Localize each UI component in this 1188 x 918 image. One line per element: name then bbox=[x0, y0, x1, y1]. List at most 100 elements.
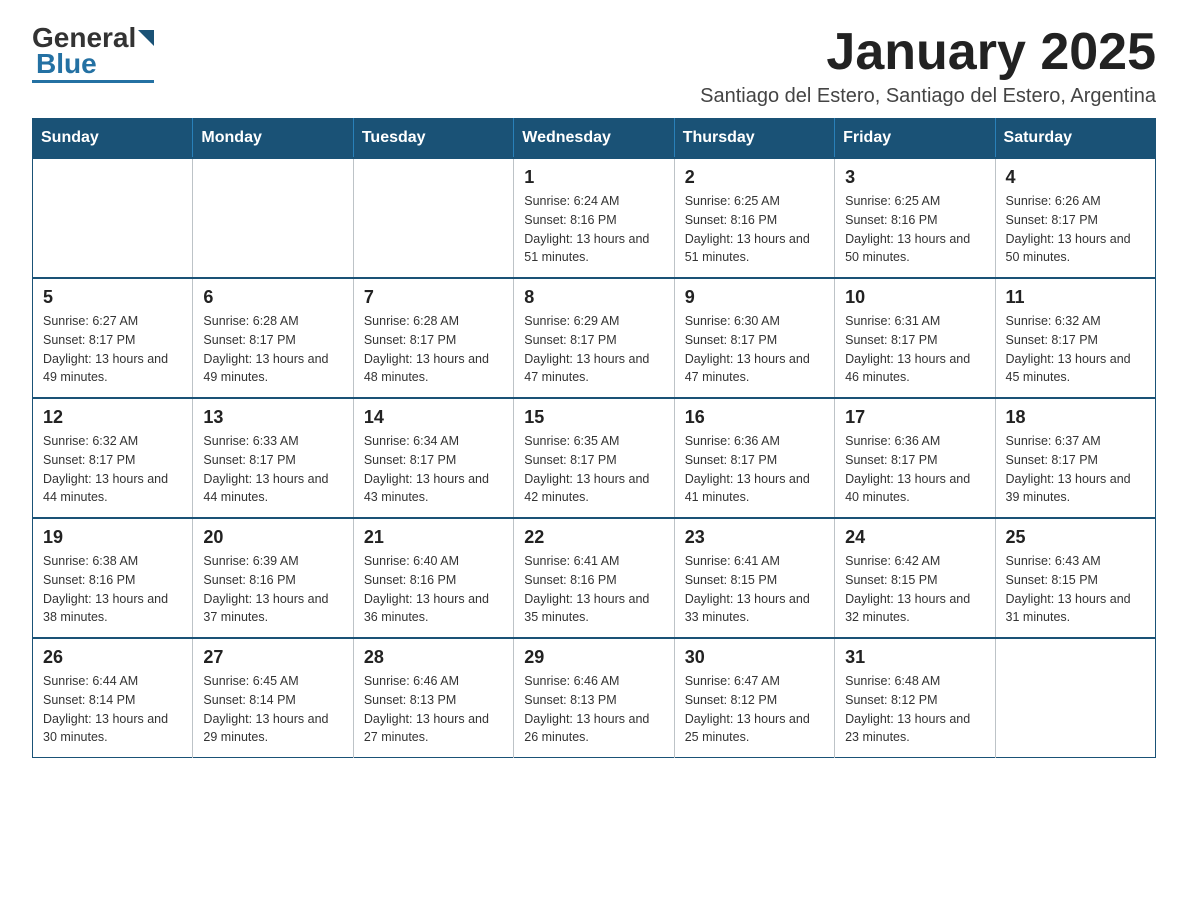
calendar-cell: 18 Sunrise: 6:37 AM Sunset: 8:17 PM Dayli… bbox=[995, 398, 1155, 518]
day-number: 19 bbox=[43, 527, 182, 548]
day-number: 5 bbox=[43, 287, 182, 308]
weekday-header-wednesday: Wednesday bbox=[514, 119, 674, 159]
day-number: 11 bbox=[1006, 287, 1145, 308]
day-info: Sunrise: 6:35 AM Sunset: 8:17 PM Dayligh… bbox=[524, 432, 663, 507]
day-number: 14 bbox=[364, 407, 503, 428]
day-number: 6 bbox=[203, 287, 342, 308]
day-number: 25 bbox=[1006, 527, 1145, 548]
day-number: 24 bbox=[845, 527, 984, 548]
day-info: Sunrise: 6:36 AM Sunset: 8:17 PM Dayligh… bbox=[845, 432, 984, 507]
calendar-cell: 26 Sunrise: 6:44 AM Sunset: 8:14 PM Dayli… bbox=[33, 638, 193, 758]
weekday-header-sunday: Sunday bbox=[33, 119, 193, 159]
day-info: Sunrise: 6:36 AM Sunset: 8:17 PM Dayligh… bbox=[685, 432, 824, 507]
day-number: 28 bbox=[364, 647, 503, 668]
calendar-cell: 21Sunrise: 6:40 AM Sunset: 8:16 PM Dayli… bbox=[353, 518, 513, 638]
page-header: General Blue January 2025 Santiago del E… bbox=[32, 24, 1156, 108]
week-row-4: 19 Sunrise: 6:38 AM Sunset: 8:16 PM Dayli… bbox=[33, 518, 1156, 638]
day-info: Sunrise: 6:47 AM Sunset: 8:12 PM Dayligh… bbox=[685, 672, 824, 747]
day-number: 10 bbox=[845, 287, 984, 308]
calendar-cell: 25 Sunrise: 6:43 AM Sunset: 8:15 PM Dayli… bbox=[995, 518, 1155, 638]
day-number: 31 bbox=[845, 647, 984, 668]
day-number: 18 bbox=[1006, 407, 1145, 428]
day-number: 29 bbox=[524, 647, 663, 668]
day-number: 9 bbox=[685, 287, 824, 308]
calendar-cell: 13Sunrise: 6:33 AM Sunset: 8:17 PM Dayli… bbox=[193, 398, 353, 518]
day-number: 8 bbox=[524, 287, 663, 308]
day-info: Sunrise: 6:25 AM Sunset: 8:16 PM Dayligh… bbox=[845, 192, 984, 267]
day-number: 22 bbox=[524, 527, 663, 548]
day-info: Sunrise: 6:41 AM Sunset: 8:16 PM Dayligh… bbox=[524, 552, 663, 627]
day-info: Sunrise: 6:48 AM Sunset: 8:12 PM Dayligh… bbox=[845, 672, 984, 747]
day-info: Sunrise: 6:43 AM Sunset: 8:15 PM Dayligh… bbox=[1006, 552, 1145, 627]
day-number: 2 bbox=[685, 167, 824, 188]
calendar-cell: 11 Sunrise: 6:32 AM Sunset: 8:17 PM Dayli… bbox=[995, 278, 1155, 398]
calendar-cell: 30 Sunrise: 6:47 AM Sunset: 8:12 PM Dayli… bbox=[674, 638, 834, 758]
calendar-cell: 12 Sunrise: 6:32 AM Sunset: 8:17 PM Dayli… bbox=[33, 398, 193, 518]
day-number: 17 bbox=[845, 407, 984, 428]
calendar-subtitle: Santiago del Estero, Santiago del Estero… bbox=[700, 85, 1156, 108]
calendar-cell bbox=[193, 158, 353, 278]
day-number: 20 bbox=[203, 527, 342, 548]
day-info: Sunrise: 6:42 AM Sunset: 8:15 PM Dayligh… bbox=[845, 552, 984, 627]
calendar-body: 1Sunrise: 6:24 AM Sunset: 8:16 PM Daylig… bbox=[33, 158, 1156, 758]
logo: General Blue bbox=[32, 24, 154, 83]
calendar-table: SundayMondayTuesdayWednesdayThursdayFrid… bbox=[32, 118, 1156, 758]
day-info: Sunrise: 6:28 AM Sunset: 8:17 PM Dayligh… bbox=[203, 312, 342, 387]
calendar-cell: 28 Sunrise: 6:46 AM Sunset: 8:13 PM Dayli… bbox=[353, 638, 513, 758]
day-number: 1 bbox=[524, 167, 663, 188]
day-info: Sunrise: 6:38 AM Sunset: 8:16 PM Dayligh… bbox=[43, 552, 182, 627]
calendar-cell: 15Sunrise: 6:35 AM Sunset: 8:17 PM Dayli… bbox=[514, 398, 674, 518]
day-info: Sunrise: 6:44 AM Sunset: 8:14 PM Dayligh… bbox=[43, 672, 182, 747]
day-number: 12 bbox=[43, 407, 182, 428]
calendar-cell bbox=[353, 158, 513, 278]
day-number: 26 bbox=[43, 647, 182, 668]
day-number: 21 bbox=[364, 527, 503, 548]
calendar-cell: 22 Sunrise: 6:41 AM Sunset: 8:16 PM Dayli… bbox=[514, 518, 674, 638]
logo-arrow-icon bbox=[138, 30, 154, 51]
calendar-cell: 17 Sunrise: 6:36 AM Sunset: 8:17 PM Dayli… bbox=[835, 398, 995, 518]
calendar-cell: 4Sunrise: 6:26 AM Sunset: 8:17 PM Daylig… bbox=[995, 158, 1155, 278]
day-info: Sunrise: 6:25 AM Sunset: 8:16 PM Dayligh… bbox=[685, 192, 824, 267]
calendar-cell: 8 Sunrise: 6:29 AM Sunset: 8:17 PM Daylig… bbox=[514, 278, 674, 398]
calendar-cell: 19 Sunrise: 6:38 AM Sunset: 8:16 PM Dayli… bbox=[33, 518, 193, 638]
day-info: Sunrise: 6:29 AM Sunset: 8:17 PM Dayligh… bbox=[524, 312, 663, 387]
calendar-cell: 27Sunrise: 6:45 AM Sunset: 8:14 PM Dayli… bbox=[193, 638, 353, 758]
week-row-1: 1Sunrise: 6:24 AM Sunset: 8:16 PM Daylig… bbox=[33, 158, 1156, 278]
day-info: Sunrise: 6:32 AM Sunset: 8:17 PM Dayligh… bbox=[43, 432, 182, 507]
day-info: Sunrise: 6:41 AM Sunset: 8:15 PM Dayligh… bbox=[685, 552, 824, 627]
day-info: Sunrise: 6:37 AM Sunset: 8:17 PM Dayligh… bbox=[1006, 432, 1145, 507]
calendar-cell: 5Sunrise: 6:27 AM Sunset: 8:17 PM Daylig… bbox=[33, 278, 193, 398]
calendar-cell: 2 Sunrise: 6:25 AM Sunset: 8:16 PM Daylig… bbox=[674, 158, 834, 278]
calendar-cell: 31 Sunrise: 6:48 AM Sunset: 8:12 PM Dayli… bbox=[835, 638, 995, 758]
calendar-cell: 1Sunrise: 6:24 AM Sunset: 8:16 PM Daylig… bbox=[514, 158, 674, 278]
day-info: Sunrise: 6:39 AM Sunset: 8:16 PM Dayligh… bbox=[203, 552, 342, 627]
day-number: 4 bbox=[1006, 167, 1145, 188]
calendar-cell: 29 Sunrise: 6:46 AM Sunset: 8:13 PM Dayli… bbox=[514, 638, 674, 758]
calendar-cell: 23 Sunrise: 6:41 AM Sunset: 8:15 PM Dayli… bbox=[674, 518, 834, 638]
calendar-cell bbox=[33, 158, 193, 278]
day-number: 23 bbox=[685, 527, 824, 548]
week-row-2: 5Sunrise: 6:27 AM Sunset: 8:17 PM Daylig… bbox=[33, 278, 1156, 398]
day-number: 30 bbox=[685, 647, 824, 668]
calendar-cell: 10 Sunrise: 6:31 AM Sunset: 8:17 PM Dayli… bbox=[835, 278, 995, 398]
title-block: January 2025 Santiago del Estero, Santia… bbox=[700, 24, 1156, 108]
calendar-cell: 24 Sunrise: 6:42 AM Sunset: 8:15 PM Dayli… bbox=[835, 518, 995, 638]
calendar-title: January 2025 bbox=[700, 24, 1156, 81]
day-info: Sunrise: 6:32 AM Sunset: 8:17 PM Dayligh… bbox=[1006, 312, 1145, 387]
day-info: Sunrise: 6:33 AM Sunset: 8:17 PM Dayligh… bbox=[203, 432, 342, 507]
day-number: 7 bbox=[364, 287, 503, 308]
week-row-5: 26 Sunrise: 6:44 AM Sunset: 8:14 PM Dayli… bbox=[33, 638, 1156, 758]
day-info: Sunrise: 6:46 AM Sunset: 8:13 PM Dayligh… bbox=[524, 672, 663, 747]
weekday-header-row: SundayMondayTuesdayWednesdayThursdayFrid… bbox=[33, 119, 1156, 159]
day-number: 16 bbox=[685, 407, 824, 428]
day-info: Sunrise: 6:31 AM Sunset: 8:17 PM Dayligh… bbox=[845, 312, 984, 387]
weekday-header-friday: Friday bbox=[835, 119, 995, 159]
weekday-header-saturday: Saturday bbox=[995, 119, 1155, 159]
calendar-cell: 20 Sunrise: 6:39 AM Sunset: 8:16 PM Dayli… bbox=[193, 518, 353, 638]
day-info: Sunrise: 6:46 AM Sunset: 8:13 PM Dayligh… bbox=[364, 672, 503, 747]
calendar-header: SundayMondayTuesdayWednesdayThursdayFrid… bbox=[33, 119, 1156, 159]
calendar-cell: 9Sunrise: 6:30 AM Sunset: 8:17 PM Daylig… bbox=[674, 278, 834, 398]
calendar-cell: 6 Sunrise: 6:28 AM Sunset: 8:17 PM Daylig… bbox=[193, 278, 353, 398]
calendar-cell: 7Sunrise: 6:28 AM Sunset: 8:17 PM Daylig… bbox=[353, 278, 513, 398]
calendar-cell: 14Sunrise: 6:34 AM Sunset: 8:17 PM Dayli… bbox=[353, 398, 513, 518]
